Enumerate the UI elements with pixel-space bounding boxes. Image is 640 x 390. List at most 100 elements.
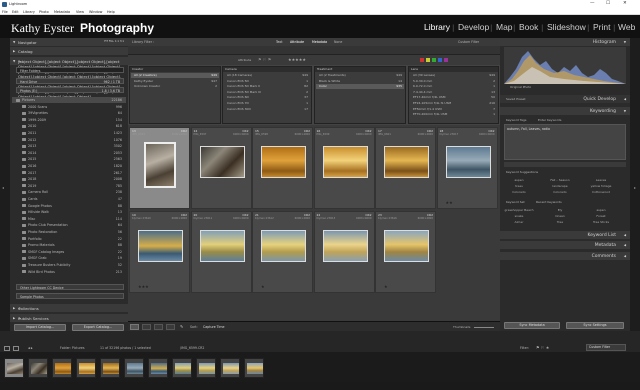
drive-sample-photos[interactable]: Sample Photos	[16, 293, 124, 299]
folder-row[interactable]: 2010 618	[12, 123, 126, 129]
folder-row[interactable]: 2019 785	[12, 183, 126, 189]
menu-metadata[interactable]: Metadata	[54, 10, 70, 14]
thumbnail-cell[interactable]: 20 CR2 Klymen 23611 6000×4000	[190, 211, 252, 293]
right-panel-toggle-icon[interactable]: ▸	[634, 185, 636, 190]
thumbnail-size-slider[interactable]	[474, 327, 494, 328]
close-button[interactable]: ✕	[623, 1, 627, 6]
browser-row[interactable]: Canon EOS 6D 37	[224, 95, 310, 100]
sort-dropdown[interactable]: Capture Time	[203, 325, 225, 329]
import-catalog-button[interactable]: Import Catalog...	[14, 324, 66, 331]
module-book[interactable]: Book	[519, 22, 538, 32]
thumbnail-cell[interactable]: 19 CR2 Klymen 23610 6000×4000 ★★★	[129, 211, 190, 293]
color-label-green-icon[interactable]	[432, 58, 436, 62]
color-label-yellow-icon[interactable]	[426, 58, 430, 62]
keyword-suggestion[interactable]: Fall – Season	[545, 178, 575, 182]
browser-row[interactable]: 6.0-72.0 mm 1	[410, 84, 497, 89]
keyword-set-tag[interactable]: Tree	[545, 220, 575, 224]
keyword-suggestion[interactable]: landscape	[545, 184, 575, 188]
browser-column-header[interactable]: Camera	[223, 67, 311, 72]
thumbnail-image[interactable]	[445, 146, 491, 178]
enter-keywords-dropdown[interactable]: Enter Keywords	[538, 118, 561, 122]
menu-window[interactable]: Window	[89, 10, 102, 14]
folder-row[interactable]: Treasure Busters Publicity 52	[12, 262, 126, 268]
collections-header[interactable]: ▶ Collections +	[10, 304, 128, 312]
sync-metadata-button[interactable]: Sync Metadata	[504, 322, 560, 329]
thumbnail-image[interactable]	[384, 146, 429, 178]
folder-row[interactable]: Pictures 22186	[12, 97, 126, 103]
minimize-button[interactable]: —	[590, 1, 595, 6]
thumbnail-image[interactable]	[384, 230, 429, 262]
thumbnail-cell[interactable]: 17 CR2 IMG_6601 6000×4000	[375, 127, 436, 209]
browser-row[interactable]: EF24-105mm f/4L IS USM 216	[410, 101, 497, 106]
folder-row[interactable]: 2017 2617	[12, 170, 126, 176]
module-print[interactable]: Print	[593, 22, 610, 32]
spray-can-icon[interactable]: ✎	[180, 324, 183, 329]
browser-row[interactable]: All (18 Cameras) 949	[224, 73, 310, 78]
browser-row[interactable]: EF17-40mm f/4L USM 50	[410, 95, 497, 100]
thumbnail-image[interactable]	[261, 230, 306, 262]
left-panel-toggle-icon[interactable]: ◂	[2, 185, 4, 190]
browser-row[interactable]: Kathy Eyster 947	[131, 79, 219, 84]
folder-row[interactable]: 2018 2008	[12, 176, 126, 182]
menu-library[interactable]: Library	[23, 10, 35, 14]
grid-view-icon[interactable]	[130, 324, 139, 330]
thumbnail-image[interactable]	[199, 230, 245, 262]
browser-column-header[interactable]: Creator	[130, 67, 220, 72]
filmstrip-thumbnail[interactable]	[28, 358, 48, 378]
secondary-window-icon[interactable]	[4, 346, 10, 351]
add-collection-icon[interactable]: +	[18, 306, 124, 311]
export-catalog-button[interactable]: Export Catalog...	[72, 324, 124, 331]
thumbnail-cell[interactable]: 16 CR2 IMG_6599 6000×4000	[313, 127, 375, 209]
keyword-set-tag[interactable]: aspen	[586, 208, 616, 212]
flag-icons[interactable]: ⚑ ⚐ ⚑	[258, 57, 271, 62]
add-folder-icon[interactable]: +	[18, 59, 124, 64]
module-library[interactable]: Library	[424, 22, 450, 32]
browser-row[interactable]: Canon EOS 5D Mark II 82	[224, 84, 310, 89]
module-develop[interactable]: Develop	[458, 22, 489, 32]
folder-row[interactable]: Wild Bird Photos 213	[12, 269, 126, 275]
filter-text-tab[interactable]: Text	[276, 40, 282, 44]
keyword-list-header[interactable]: Keyword List ◀	[500, 231, 630, 239]
module-web[interactable]: Web	[618, 22, 635, 32]
folder-row[interactable]: Google Photos 88	[12, 203, 126, 209]
browser-column-header[interactable]: Treatment	[315, 67, 405, 72]
menu-help[interactable]: Help	[107, 10, 115, 14]
folder-row[interactable]: 2013 3502	[12, 143, 126, 149]
drive-other-lightroom[interactable]: Other Lightroom CC Device	[16, 284, 124, 290]
browser-row[interactable]: All (2 Treatments) 949	[316, 73, 404, 78]
folder-row[interactable]: 2012 1076	[12, 137, 126, 143]
color-label-blue-icon[interactable]	[438, 58, 442, 62]
filmstrip-thumbnail[interactable]	[244, 358, 264, 378]
folder-row[interactable]: Photo Restoration 56	[12, 229, 126, 235]
keyword-set-tag[interactable]: snake	[504, 214, 534, 218]
rating-stars-icon[interactable]: ★★★★★	[288, 57, 306, 62]
keyword-set-tag[interactable]: Forest	[586, 214, 616, 218]
keyword-set-dropdown[interactable]: Recent Keywords	[536, 200, 562, 204]
folder-row[interactable]: Photo Club Presentation 64	[12, 222, 126, 228]
thumbnail-cell[interactable]: 13 CR2 IMG_6599 4000×6000	[129, 127, 190, 209]
menu-edit[interactable]: Edit	[12, 10, 19, 14]
thumbnail-image[interactable]	[138, 230, 183, 262]
keyword-set-tag[interactable]: Ocean	[545, 214, 575, 218]
sync-settings-button[interactable]: Sync Settings	[566, 322, 624, 329]
browser-row[interactable]: 7.4-44.4 mm 13	[410, 90, 497, 95]
browser-row[interactable]: All (2 Creators) 949	[131, 73, 219, 78]
folder-source[interactable]: Folder: Pictures	[60, 346, 85, 350]
keyword-suggestion[interactable]: aspen	[504, 178, 534, 182]
color-label-red-icon[interactable]	[420, 58, 424, 62]
folder-row[interactable]: 2015 2563	[12, 156, 126, 162]
menu-view[interactable]: View	[76, 10, 84, 14]
browser-row[interactable]: All (39 Lenses) 949	[410, 73, 497, 78]
keyword-suggestion[interactable]: yellow foliage	[586, 184, 616, 188]
saved-preset-dropdown[interactable]: Saved Preset	[506, 97, 526, 101]
rating-stars[interactable]: ★★	[446, 200, 453, 205]
browser-row[interactable]: 5.0-30.0 mm 2	[410, 79, 497, 84]
thumbnail-image[interactable]	[199, 146, 245, 178]
filmstrip-filter-dropdown[interactable]: Custom Filter	[586, 344, 626, 351]
keyword-set-tag[interactable]: Aimer	[504, 220, 534, 224]
drive-photos[interactable]: Photos (E:) 1.8 / 3.6 TB	[16, 87, 124, 93]
filmstrip-thumbnail[interactable]	[76, 358, 96, 378]
browser-row[interactable]: Canon EOS 7D 1	[224, 101, 310, 106]
folder-row[interactable]: 2011 1423	[12, 130, 126, 136]
filmstrip-thumbnail[interactable]	[148, 358, 168, 378]
